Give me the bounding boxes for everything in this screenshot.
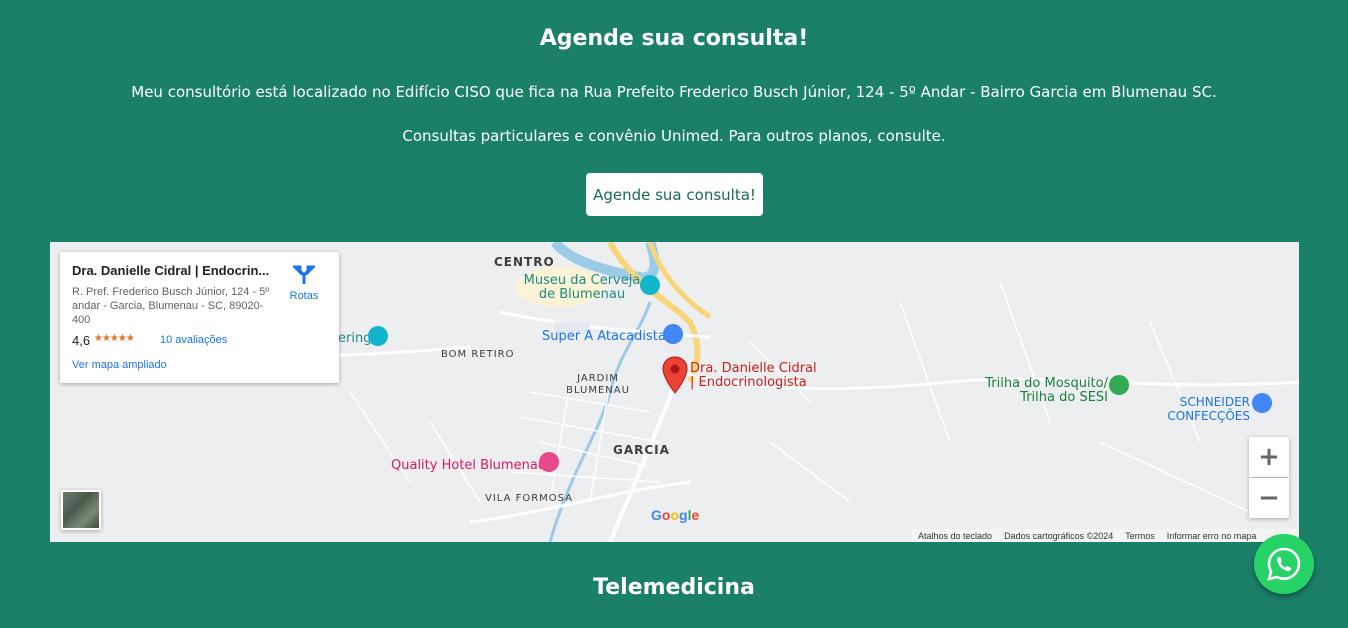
map-label-bom-retiro: BOM RETIRO xyxy=(441,349,515,360)
location-marker-icon[interactable] xyxy=(662,356,688,394)
report-error-link[interactable]: Informar erro no mapa xyxy=(1167,531,1257,541)
address-text: Meu consultório está localizado no Edifí… xyxy=(131,83,1217,101)
directions-label: Rotas xyxy=(289,290,319,302)
minus-icon: − xyxy=(1258,483,1280,513)
map-label-jardim-blumenau: JARDIM BLUMENAU xyxy=(566,373,630,396)
map-poi-marker-label[interactable]: Dra. Danielle Cidral | Endocrinologista xyxy=(690,362,820,390)
map-attribution-bar: Atalhos do teclado Dados cartográficos ©… xyxy=(912,529,1299,542)
satellite-toggle[interactable] xyxy=(61,490,101,530)
keyboard-shortcuts-link[interactable]: Atalhos do teclado xyxy=(918,531,992,541)
hotel-icon xyxy=(539,452,559,472)
zoom-out-button[interactable]: − xyxy=(1249,478,1289,518)
embedded-map[interactable]: CENTRO BOM RETIRO JARDIM BLUMENAU GARCIA… xyxy=(50,242,1299,542)
place-name: Dra. Danielle Cidral | Endocrin... xyxy=(72,263,270,278)
map-poi-trilha[interactable]: Trilha do Mosquito/ Trilha do SESI xyxy=(980,377,1108,405)
map-poi-schneider[interactable]: SCHNEIDER CONFECÇÕES xyxy=(1158,395,1250,423)
google-logo: Google xyxy=(651,507,700,523)
directions-icon xyxy=(293,265,315,284)
shopping-bag-icon xyxy=(1252,393,1272,413)
zoom-in-button[interactable]: + xyxy=(1249,437,1289,477)
schedule-button[interactable]: Agende sua consulta! xyxy=(586,173,763,216)
map-label-vila-formosa: VILA FORMOSA xyxy=(485,493,574,504)
larger-map-link[interactable]: Ver mapa ampliado xyxy=(72,359,167,371)
map-poi-hotel[interactable]: Quality Hotel Blumenau xyxy=(391,458,546,473)
plus-icon: + xyxy=(1258,442,1280,472)
place-address: R. Pref. Frederico Busch Júnior, 124 - 5… xyxy=(72,286,270,326)
map-label-centro: CENTRO xyxy=(494,255,555,269)
hiking-icon xyxy=(1109,375,1129,395)
telemedicine-heading: Telemedicina xyxy=(593,575,755,600)
page-title: Agende sua consulta! xyxy=(539,26,809,51)
shopping-cart-icon xyxy=(663,324,683,344)
museum-icon xyxy=(368,326,388,346)
museum-icon xyxy=(640,275,660,295)
place-rating: 4,6 xyxy=(72,333,91,348)
map-poi-ering[interactable]: ering xyxy=(338,332,371,346)
whatsapp-icon xyxy=(1267,547,1301,581)
reviews-link[interactable]: 10 avaliações xyxy=(160,334,227,346)
rating-stars-icon: ★★★★★ xyxy=(94,333,135,344)
place-info-card: Dra. Danielle Cidral | Endocrin... R. Pr… xyxy=(60,252,339,383)
whatsapp-button[interactable] xyxy=(1254,534,1314,594)
terms-link[interactable]: Termos xyxy=(1125,531,1155,541)
directions-button[interactable]: Rotas xyxy=(284,264,324,302)
map-label-garcia: GARCIA xyxy=(613,443,670,457)
map-data-text: Dados cartográficos ©2024 xyxy=(1004,530,1114,541)
plans-text: Consultas particulares e convênio Unimed… xyxy=(402,127,946,145)
map-poi-super[interactable]: Super A Atacadista xyxy=(542,330,666,344)
map-poi-museu[interactable]: Museu da Cerveja de Blumenau xyxy=(522,274,642,302)
